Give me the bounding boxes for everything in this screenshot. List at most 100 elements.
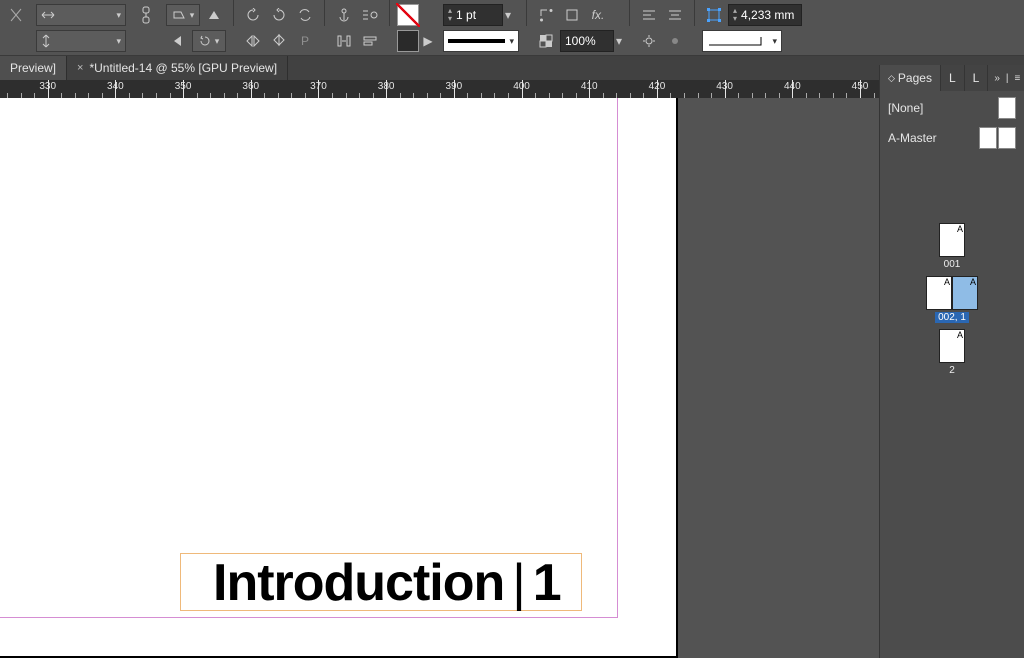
panel-tab-links[interactable]: L: [965, 65, 989, 91]
pages-thumbnails: A001AA002, 1A2: [880, 163, 1024, 658]
stroke-weight-value: 1 pt: [456, 8, 476, 22]
panel-tab-pages[interactable]: ◇ Pages: [880, 65, 941, 91]
ruler-tick-label: 360: [242, 81, 259, 92]
panel-menu-icon[interactable]: ≡: [1015, 73, 1021, 84]
master-thumb-spread: [979, 127, 1016, 149]
ruler-tick-label: 430: [716, 81, 733, 92]
swatch-arrow-icon[interactable]: ▶: [421, 30, 435, 52]
ruler-tick-label: 400: [513, 81, 530, 92]
ruler-tick-label: 410: [581, 81, 598, 92]
page-thumb[interactable]: A: [939, 223, 965, 257]
horizontal-ruler[interactable]: 3203303403503603703803904004104204304404…: [0, 80, 1024, 98]
master-label: A-Master: [888, 131, 937, 145]
rotate-cw-icon[interactable]: [267, 4, 291, 26]
page-thumb-label: 002, 1: [935, 312, 969, 323]
fit-width-dropdown[interactable]: ▾: [36, 4, 126, 26]
page-thumb-master-letter: A: [957, 224, 963, 234]
dropdown-chevron-icon[interactable]: ▾: [505, 8, 511, 22]
flip-h-icon[interactable]: [241, 30, 265, 52]
tab-label: Preview]: [10, 61, 56, 75]
expand-icon[interactable]: »: [994, 73, 1000, 84]
page-number: 1: [533, 554, 561, 612]
master-none-row[interactable]: [None]: [888, 97, 1016, 119]
opacity-board-icon[interactable]: [534, 30, 558, 52]
ruler-tick-label: 340: [107, 81, 124, 92]
margin-guide: [0, 98, 618, 618]
divider: |: [1006, 73, 1009, 84]
flip-v-icon[interactable]: [267, 30, 291, 52]
stroke-weight-field[interactable]: ▴▾ 1 pt: [443, 4, 503, 26]
brightness-dim-icon[interactable]: [663, 30, 687, 52]
document-tab-active[interactable]: Preview]: [0, 56, 67, 80]
page-thumb-label: 2: [949, 365, 955, 376]
stroke-style-dropdown[interactable]: ▾: [443, 30, 519, 52]
rotate-dropdown[interactable]: ▾: [192, 30, 226, 52]
divider: [324, 0, 325, 26]
page-thumb[interactable]: A: [939, 329, 965, 363]
refresh-icon[interactable]: [293, 4, 317, 26]
page-thumb-label: 001: [944, 259, 961, 270]
text-align-center-icon[interactable]: [663, 4, 687, 26]
masters-section: [None] A-Master: [880, 91, 1024, 163]
disclosure-icon: ◇: [888, 73, 895, 84]
stroke-swatch[interactable]: [397, 30, 419, 52]
anchor-icon[interactable]: [332, 4, 356, 26]
dropdown-chevron-icon[interactable]: ▾: [616, 34, 622, 48]
wh-preview-dropdown[interactable]: ▾: [702, 30, 782, 52]
ruler-tick-label: 330: [39, 81, 56, 92]
text-wrap-icon[interactable]: [358, 4, 382, 26]
ruler-tick-label: 390: [446, 81, 463, 92]
page-thumb-master-letter: A: [957, 330, 963, 340]
document-tab-bar: Preview] × *Untitled-14 @ 55% [GPU Previ…: [0, 56, 1024, 80]
paragraph-icon[interactable]: P: [293, 30, 317, 52]
pages-panel: ◇ Pages L L » | ≡ [None] A-Master A001AA…: [879, 65, 1024, 658]
page-thumb[interactable]: A: [952, 276, 978, 310]
link-icon[interactable]: [134, 4, 158, 26]
tab-label: *Untitled-14 @ 55% [GPU Preview]: [89, 61, 277, 75]
workspace[interactable]: Introduction|1: [0, 98, 1024, 658]
zoom-field[interactable]: 100%: [560, 30, 614, 52]
frame-icon[interactable]: [560, 4, 584, 26]
page-thumb[interactable]: A: [926, 276, 952, 310]
ruler-tick-label: 350: [175, 81, 192, 92]
master-label: [None]: [888, 101, 923, 115]
transform-icon[interactable]: [702, 4, 726, 26]
brightness-icon[interactable]: [637, 30, 661, 52]
effects-icon[interactable]: fx.: [586, 4, 610, 26]
page-thumb-spread[interactable]: A: [939, 329, 965, 363]
corner-options-icon[interactable]: [534, 4, 558, 26]
stroke-preview: [448, 39, 505, 43]
master-thumb: [998, 97, 1016, 119]
control-strip: ▾ ▾ ▾ ▾: [0, 0, 1024, 56]
distribute-icon[interactable]: [332, 30, 356, 52]
fit-height-dropdown[interactable]: ▾: [36, 30, 126, 52]
triangle-up-icon[interactable]: [202, 4, 226, 26]
panel-tab-layers[interactable]: L: [941, 65, 965, 91]
ruler-tick-label: 450: [852, 81, 869, 92]
panel-tab-bar: ◇ Pages L L » | ≡: [880, 65, 1024, 91]
divider-char: |: [504, 554, 533, 612]
wh-field[interactable]: ▴▾ 4,233 mm: [728, 4, 802, 26]
page-thumb-spread[interactable]: AA: [926, 276, 978, 310]
divider: [629, 0, 630, 26]
document-tab[interactable]: × *Untitled-14 @ 55% [GPU Preview]: [67, 56, 288, 80]
ruler-tick-label: 380: [378, 81, 395, 92]
shear-dropdown[interactable]: ▾: [166, 4, 200, 26]
section-title: Introduction: [213, 554, 504, 612]
close-icon[interactable]: ×: [77, 62, 83, 74]
page-thumb-master-letter: A: [970, 277, 976, 287]
divider: [233, 0, 234, 26]
running-header-text: Introduction|1: [181, 554, 581, 612]
running-header-frame[interactable]: Introduction|1: [180, 553, 582, 611]
master-a-row[interactable]: A-Master: [888, 127, 1016, 149]
zoom-value: 100%: [565, 34, 596, 48]
fill-none-swatch[interactable]: [397, 4, 419, 26]
page-thumb-spread[interactable]: A: [939, 223, 965, 257]
divider: [389, 0, 390, 26]
rotate-ccw-icon[interactable]: [241, 4, 265, 26]
document-page[interactable]: Introduction|1: [0, 98, 678, 658]
wh-value: 4,233 mm: [741, 8, 794, 22]
triangle-left-icon[interactable]: [166, 30, 190, 52]
text-align-left-icon[interactable]: [637, 4, 661, 26]
align-icon[interactable]: [358, 30, 382, 52]
